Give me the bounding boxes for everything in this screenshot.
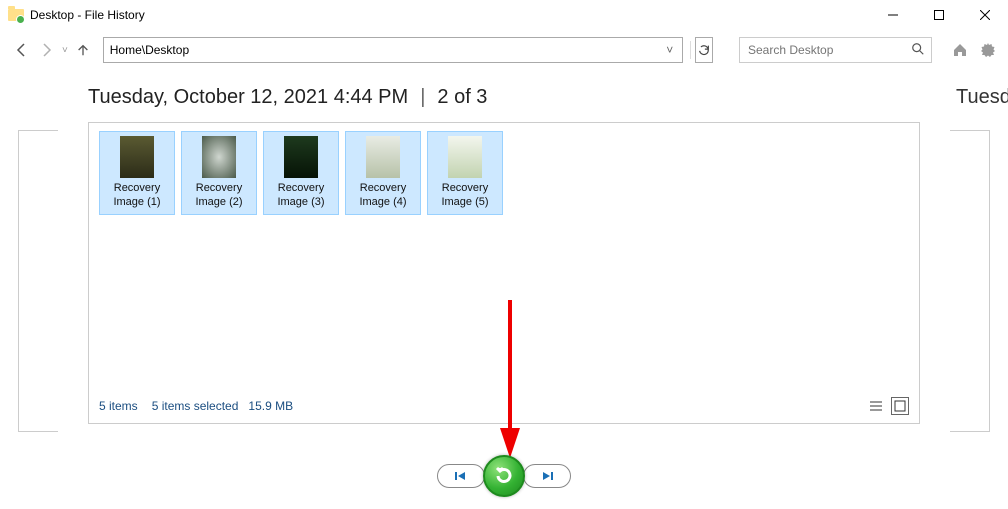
up-button[interactable] <box>76 39 91 61</box>
minimize-button[interactable] <box>870 0 916 30</box>
content-area: . Tuesday, October 12, 2021 4:44 PM | 2 … <box>0 70 1008 432</box>
file-label: RecoveryImage (4) <box>359 182 406 210</box>
toolbar: ˅ Home\Desktop ˅ <box>0 30 1008 70</box>
window-controls <box>870 0 1008 30</box>
view-toggle <box>867 397 909 415</box>
snapshot-position: 2 of 3 <box>437 86 487 109</box>
file-label: RecoveryImage (5) <box>441 182 488 210</box>
divider: | <box>420 86 425 109</box>
address-bar[interactable]: Home\Desktop ˅ <box>103 37 683 63</box>
details-view-button[interactable] <box>867 397 885 415</box>
thumbnail-icon <box>366 136 400 178</box>
folder-history-icon <box>8 7 24 23</box>
snapshot-header: Tuesday, October 12, 2021 4:44 PM | 2 of… <box>88 86 920 122</box>
file-label: RecoveryImage (2) <box>195 182 242 210</box>
snapshot-timestamp: Tuesday, October 12, 2021 4:44 PM <box>88 86 408 109</box>
file-item[interactable]: RecoveryImage (1) <box>99 131 175 215</box>
status-bar: 5 items 5 items selected 15.9 MB <box>99 391 909 415</box>
file-grid: RecoveryImage (1) RecoveryImage (2) Reco… <box>99 131 909 215</box>
thumbnails-view-button[interactable] <box>891 397 909 415</box>
previous-snapshot-peek[interactable]: . <box>0 86 58 432</box>
thumbnail-icon <box>284 136 318 178</box>
chevron-down-icon[interactable]: ˅ <box>662 43 678 57</box>
file-item[interactable]: RecoveryImage (4) <box>345 131 421 215</box>
next-version-button[interactable] <box>523 464 571 488</box>
search-box[interactable] <box>739 37 932 63</box>
history-nav-controls <box>0 455 1008 497</box>
refresh-button[interactable] <box>695 37 713 63</box>
restore-button[interactable] <box>483 455 525 497</box>
status-size: 15.9 MB <box>248 399 293 413</box>
file-pane: RecoveryImage (1) RecoveryImage (2) Reco… <box>88 122 920 424</box>
gear-icon[interactable] <box>978 40 998 60</box>
next-snapshot-peek[interactable]: Tuesda <box>950 86 1008 432</box>
thumbnail-icon <box>448 136 482 178</box>
window-title: Desktop - File History <box>30 8 145 22</box>
search-input[interactable] <box>746 42 905 58</box>
maximize-button[interactable] <box>916 0 962 30</box>
status-item-count: 5 items <box>99 399 138 413</box>
forward-button[interactable] <box>38 39 54 61</box>
file-item[interactable]: RecoveryImage (5) <box>427 131 503 215</box>
address-text: Home\Desktop <box>110 43 662 57</box>
thumbnail-icon <box>202 136 236 178</box>
file-label: RecoveryImage (3) <box>277 182 324 210</box>
dropdown-caret-icon[interactable]: ˅ <box>62 45 68 56</box>
thumbnail-icon <box>120 136 154 178</box>
status-selection: 5 items selected <box>152 399 239 413</box>
next-snapshot-label: Tuesda <box>950 86 1008 130</box>
close-button[interactable] <box>962 0 1008 30</box>
home-icon[interactable] <box>950 40 970 60</box>
previous-version-button[interactable] <box>437 464 485 488</box>
file-item[interactable]: RecoveryImage (2) <box>181 131 257 215</box>
main-column: Tuesday, October 12, 2021 4:44 PM | 2 of… <box>58 86 950 424</box>
back-button[interactable] <box>14 39 30 61</box>
file-label: RecoveryImage (1) <box>113 182 160 210</box>
file-item[interactable]: RecoveryImage (3) <box>263 131 339 215</box>
title-bar: Desktop - File History <box>0 0 1008 30</box>
search-icon <box>911 42 925 59</box>
